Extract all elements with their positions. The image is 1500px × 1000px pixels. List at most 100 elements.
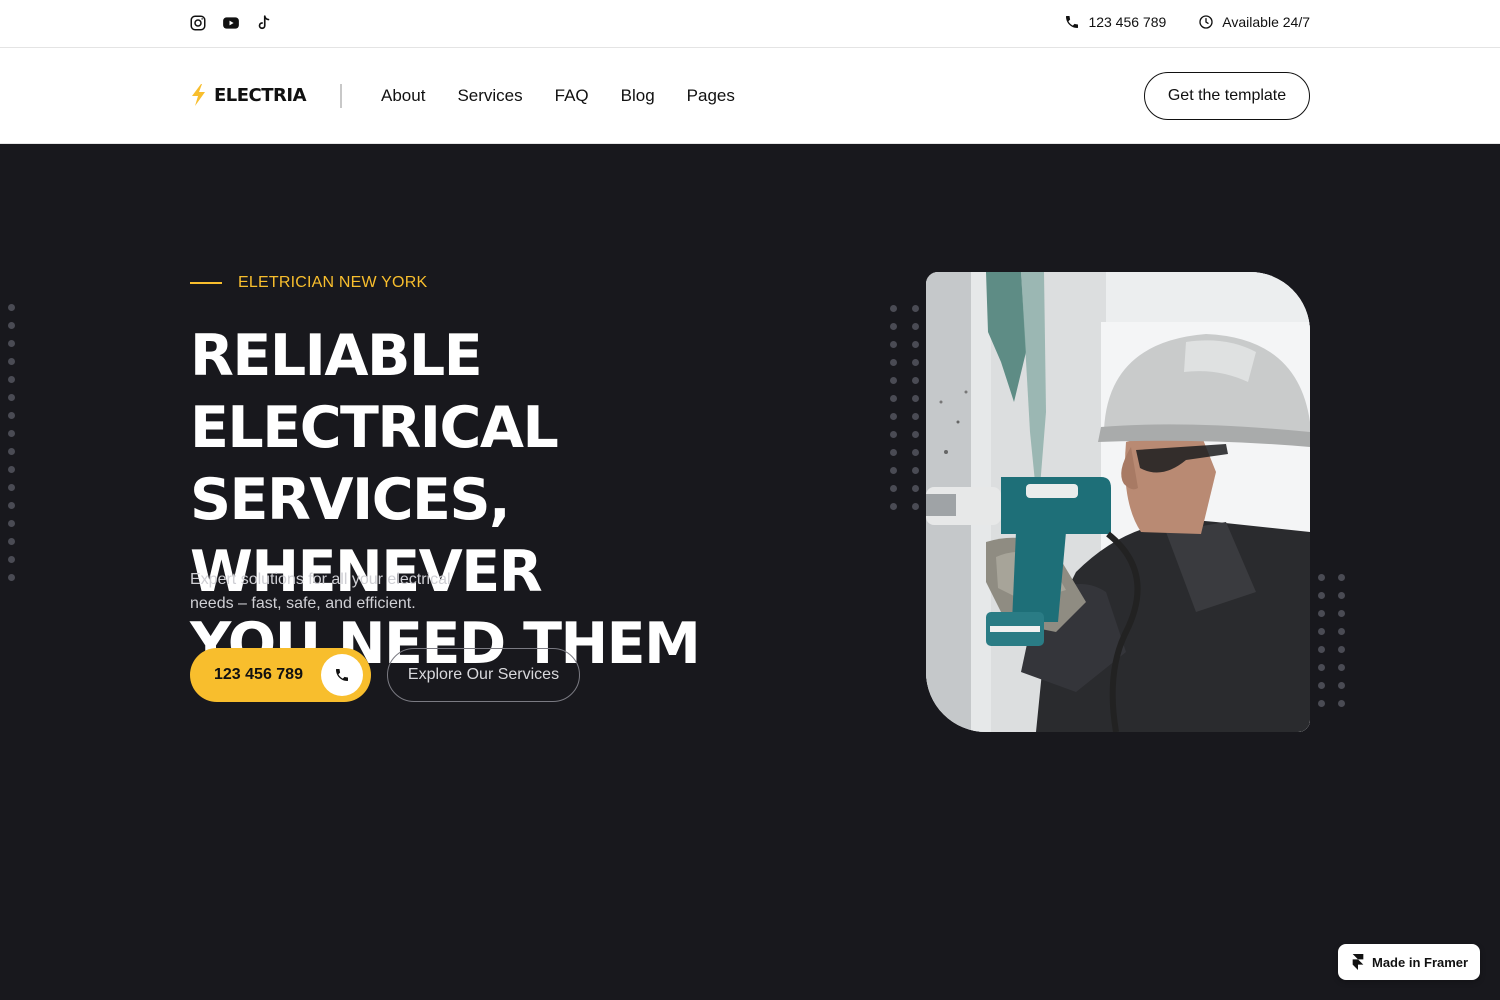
decorative-dot bbox=[890, 485, 897, 492]
nav-link-services[interactable]: Services bbox=[457, 86, 522, 106]
nav-links: About Services FAQ Blog Pages bbox=[381, 86, 735, 106]
eyebrow-line bbox=[190, 282, 222, 284]
availability-info: Available 24/7 bbox=[1198, 14, 1310, 30]
decorative-dot bbox=[912, 341, 919, 348]
subtext-line-1: Expert solutions for all your electrical bbox=[190, 571, 451, 588]
instagram-icon[interactable] bbox=[189, 14, 207, 32]
decorative-dot bbox=[8, 376, 15, 383]
decorative-dot bbox=[8, 466, 15, 473]
call-phone-button[interactable]: 123 456 789 bbox=[190, 648, 371, 702]
decorative-dot bbox=[912, 305, 919, 312]
hero-subtext: Expert solutions for all your electrical… bbox=[190, 568, 490, 616]
decorative-dot bbox=[890, 431, 897, 438]
decorative-dot bbox=[8, 538, 15, 545]
phone-circle bbox=[321, 654, 363, 696]
decorative-dot bbox=[1338, 628, 1345, 635]
decorative-dot bbox=[8, 412, 15, 419]
clock-icon bbox=[1199, 15, 1213, 29]
hero-section: ELETRICIAN NEW YORK RELIABLE ELECTRICAL … bbox=[0, 144, 1500, 1000]
decorative-dot bbox=[912, 503, 919, 510]
decorative-dot bbox=[1338, 646, 1345, 653]
get-template-button[interactable]: Get the template bbox=[1144, 72, 1310, 120]
decorative-dot bbox=[1318, 682, 1325, 689]
decorative-dot bbox=[1318, 628, 1325, 635]
framer-badge-label: Made in Framer bbox=[1372, 954, 1469, 970]
framer-logo-icon bbox=[1352, 954, 1364, 970]
decorative-dot bbox=[1318, 700, 1325, 707]
availability-text: Available 24/7 bbox=[1222, 14, 1310, 30]
hero-eyebrow: ELETRICIAN NEW YORK bbox=[190, 274, 427, 292]
decorative-dot bbox=[912, 485, 919, 492]
decorative-dot bbox=[890, 467, 897, 474]
nav-link-pages[interactable]: Pages bbox=[687, 86, 735, 106]
decorative-dots-right bbox=[1318, 574, 1345, 707]
electrician-photo bbox=[926, 272, 1310, 732]
call-phone-label: 123 456 789 bbox=[214, 666, 303, 683]
top-bar: 123 456 789 Available 24/7 bbox=[0, 0, 1500, 48]
decorative-dot bbox=[8, 520, 15, 527]
decorative-dot bbox=[890, 449, 897, 456]
decorative-dot bbox=[8, 502, 15, 509]
decorative-dot bbox=[912, 449, 919, 456]
decorative-dot bbox=[890, 359, 897, 366]
decorative-dot bbox=[890, 413, 897, 420]
decorative-dot bbox=[1318, 574, 1325, 581]
decorative-dot bbox=[1318, 610, 1325, 617]
decorative-dot bbox=[890, 323, 897, 330]
decorative-dot bbox=[1338, 664, 1345, 671]
decorative-dot bbox=[8, 430, 15, 437]
decorative-dot bbox=[1318, 664, 1325, 671]
decorative-dot bbox=[1338, 700, 1345, 707]
decorative-dot bbox=[8, 358, 15, 365]
decorative-dot bbox=[8, 556, 15, 563]
decorative-dot bbox=[912, 323, 919, 330]
brand-logo[interactable]: ELECTRIA bbox=[190, 84, 307, 106]
nav-link-blog[interactable]: Blog bbox=[621, 86, 655, 106]
nav-divider bbox=[340, 84, 342, 108]
phone-number: 123 456 789 bbox=[1088, 14, 1167, 30]
decorative-dot bbox=[912, 413, 919, 420]
decorative-dot bbox=[1338, 592, 1345, 599]
decorative-dot bbox=[8, 484, 15, 491]
made-in-framer-badge[interactable]: Made in Framer bbox=[1338, 944, 1480, 980]
decorative-dot bbox=[8, 448, 15, 455]
headline-line-1: RELIABLE ELECTRICAL bbox=[190, 323, 559, 461]
eyebrow-text: ELETRICIAN NEW YORK bbox=[238, 274, 428, 291]
nav-link-faq[interactable]: FAQ bbox=[555, 86, 589, 106]
nav-link-about[interactable]: About bbox=[381, 86, 425, 106]
decorative-dot bbox=[1318, 646, 1325, 653]
decorative-dot bbox=[912, 431, 919, 438]
tiktok-icon[interactable] bbox=[255, 14, 273, 32]
phone-icon bbox=[1066, 16, 1079, 28]
social-links bbox=[189, 14, 273, 32]
phone-contact[interactable]: 123 456 789 bbox=[1064, 14, 1166, 30]
decorative-dot bbox=[912, 377, 919, 384]
decorative-dot bbox=[8, 340, 15, 347]
lightning-bolt-icon bbox=[192, 84, 205, 106]
decorative-dot bbox=[890, 341, 897, 348]
decorative-dot bbox=[890, 305, 897, 312]
contact-info: 123 456 789 Available 24/7 bbox=[1064, 14, 1310, 30]
explore-services-button[interactable]: Explore Our Services bbox=[387, 648, 580, 702]
electrician-illustration bbox=[926, 272, 1310, 732]
decorative-dot bbox=[8, 304, 15, 311]
decorative-dot bbox=[890, 503, 897, 510]
decorative-dot bbox=[1338, 610, 1345, 617]
decorative-dots-middle bbox=[890, 305, 919, 510]
hero-headline: RELIABLE ELECTRICAL SERVICES, WHENEVER Y… bbox=[190, 320, 830, 680]
youtube-icon[interactable] bbox=[222, 14, 240, 32]
decorative-dot bbox=[8, 322, 15, 329]
brand-name: ELECTRIA bbox=[214, 84, 307, 106]
decorative-dot bbox=[890, 377, 897, 384]
decorative-dots-left bbox=[8, 304, 15, 581]
subtext-line-2: needs – fast, safe, and efficient. bbox=[190, 595, 416, 612]
decorative-dot bbox=[912, 359, 919, 366]
decorative-dot bbox=[1338, 574, 1345, 581]
main-nav: ELECTRIA About Services FAQ Blog Pages G… bbox=[0, 48, 1500, 144]
decorative-dot bbox=[890, 395, 897, 402]
decorative-dot bbox=[1338, 682, 1345, 689]
decorative-dot bbox=[912, 467, 919, 474]
decorative-dot bbox=[8, 394, 15, 401]
decorative-dot bbox=[1318, 592, 1325, 599]
decorative-dot bbox=[8, 574, 15, 581]
